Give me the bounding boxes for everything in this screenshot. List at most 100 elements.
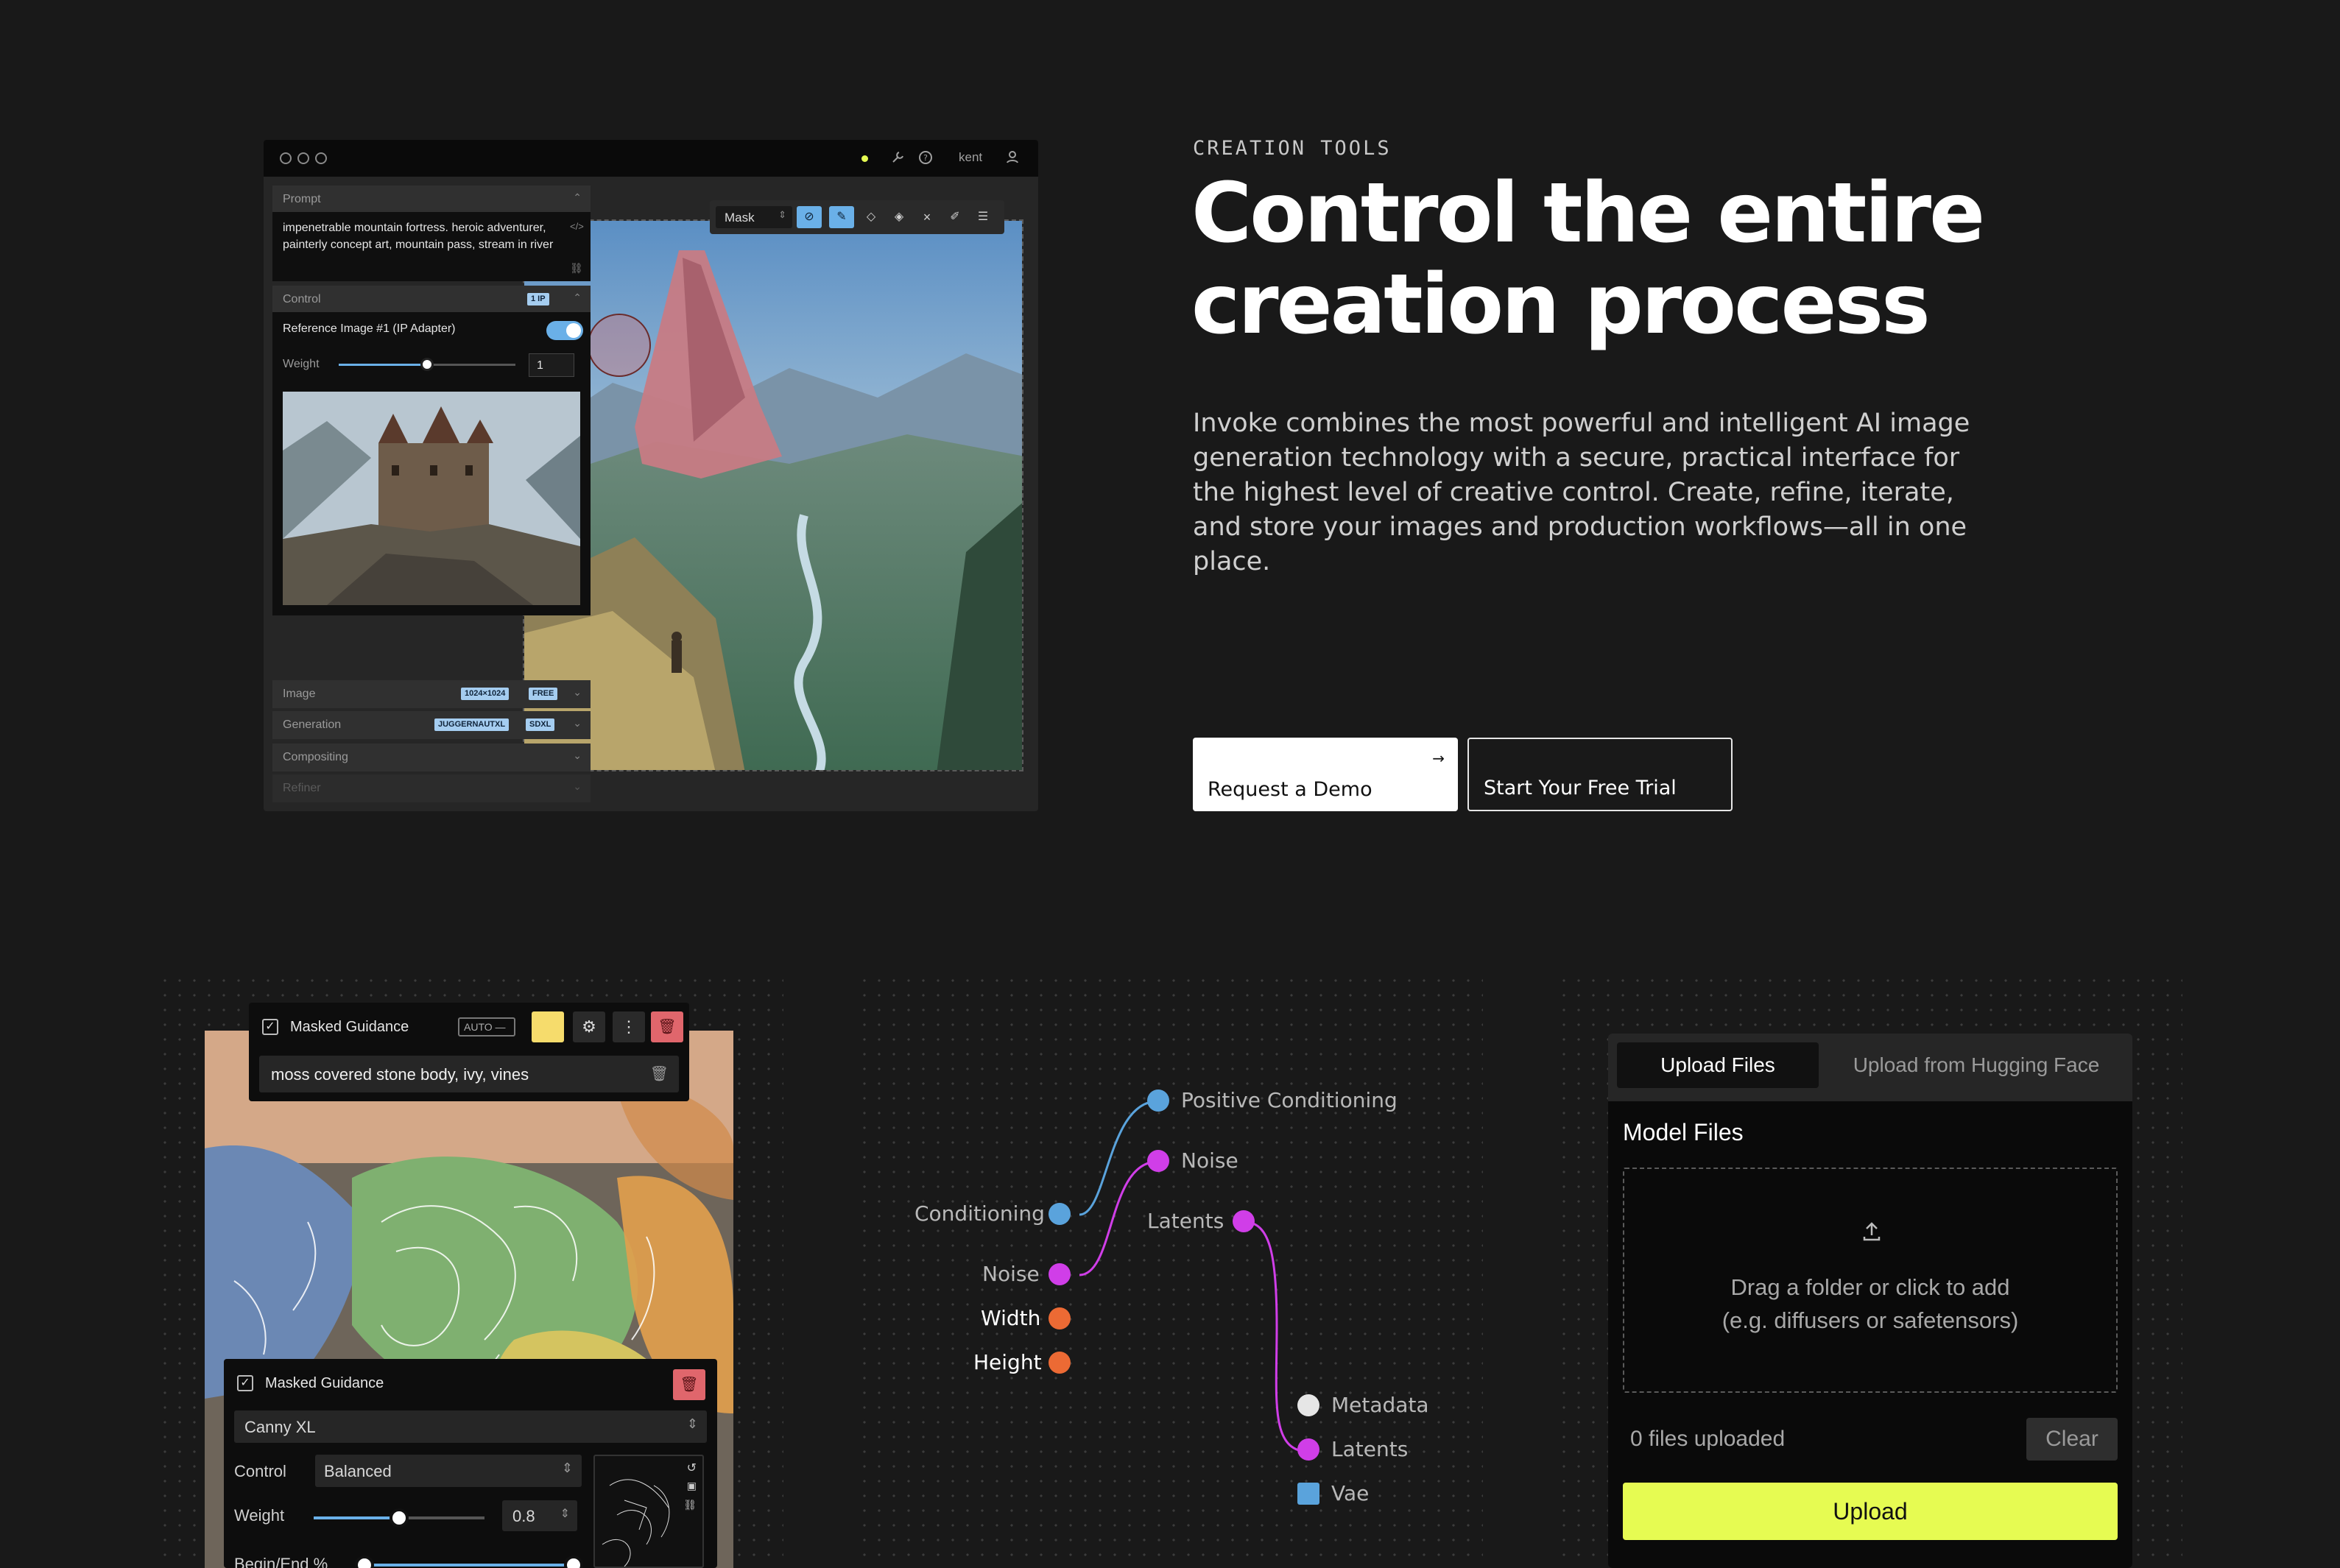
enable-checkbox[interactable]: ✓	[237, 1375, 253, 1391]
reset-icon[interactable]: ↺	[687, 1461, 697, 1475]
user-icon[interactable]	[1004, 150, 1021, 166]
noise-input-port[interactable]	[1049, 1263, 1071, 1285]
clear-tool-button[interactable]: ×	[914, 206, 940, 228]
node-graph: Conditioning Noise Width Height Positive…	[857, 973, 1483, 1568]
gear-icon[interactable]: ⚙	[573, 1011, 605, 1042]
page-title: Control the entire creation process	[1191, 168, 2149, 350]
masked-guidance-title: Masked Guidance	[290, 1019, 409, 1035]
chevron-updown-icon: ⇕	[561, 1461, 573, 1475]
vae-port[interactable]	[1297, 1483, 1319, 1505]
reference-toggle[interactable]	[546, 321, 583, 340]
compositing-section-header[interactable]: Compositing ⌄	[272, 744, 591, 771]
noise-input-label: Noise	[982, 1262, 1040, 1286]
link-icon[interactable]: ⛓	[570, 262, 583, 275]
auto-toggle[interactable]: AUTO —	[458, 1017, 515, 1036]
brush-tool-button[interactable]: ✎	[829, 206, 854, 228]
delete-button[interactable]: 🗑	[651, 1011, 683, 1042]
model-select[interactable]: Canny XL ⇕	[234, 1410, 707, 1443]
window-maximize-button[interactable]	[315, 152, 327, 164]
trash-icon[interactable]: 🗑	[650, 1064, 669, 1083]
code-icon[interactable]: </>	[570, 221, 584, 232]
weight-slider[interactable]	[339, 358, 515, 371]
eraser-tool-button[interactable]: ◇	[859, 206, 884, 228]
rect-tool-button[interactable]: ⊘	[797, 206, 822, 228]
weight-input[interactable]: 0.8 ⇕	[502, 1500, 577, 1531]
weight-slider-thumb[interactable]	[390, 1508, 409, 1528]
end-slider-thumb[interactable]	[564, 1555, 583, 1568]
fill-tool-button[interactable]: ◈	[887, 206, 912, 228]
chevron-updown-icon: ⇕	[686, 1416, 698, 1431]
canvas[interactable]	[523, 219, 1023, 771]
clear-button-label: Clear	[2045, 1427, 2098, 1451]
reference-image-thumbnail[interactable]	[283, 392, 580, 605]
delete-button[interactable]: 🗑	[673, 1369, 705, 1400]
request-demo-label: Request a Demo	[1208, 778, 1372, 801]
noise-output-port[interactable]	[1147, 1150, 1169, 1172]
window-minimize-button[interactable]	[297, 152, 309, 164]
mask-color-swatch[interactable]	[532, 1011, 564, 1042]
tab-upload-files-label: Upload Files	[1660, 1053, 1775, 1076]
help-icon[interactable]: ?	[917, 150, 934, 166]
status-dot-icon	[861, 155, 868, 162]
more-vertical-icon[interactable]: ⋮	[613, 1011, 645, 1042]
save-icon[interactable]: ▣	[687, 1480, 697, 1492]
image-size-badge: 1024×1024	[461, 688, 510, 700]
free-trial-button[interactable]: Start Your Free Trial	[1467, 738, 1733, 811]
latents-input-port[interactable]	[1297, 1438, 1319, 1461]
tab-hugging-face[interactable]: Upload from Hugging Face	[1829, 1042, 2124, 1088]
settings-sliders-icon[interactable]: ☰	[970, 206, 995, 228]
enable-checkbox[interactable]: ✓	[262, 1019, 278, 1035]
conditioning-input-port[interactable]	[1049, 1203, 1071, 1225]
upload-icon	[1860, 1219, 1883, 1243]
chevron-updown-icon: ⇕	[778, 209, 786, 220]
prompt-textarea[interactable]: impenetrable mountain fortress. heroic a…	[272, 212, 591, 281]
metadata-port[interactable]	[1297, 1394, 1319, 1416]
generation-section-header[interactable]: Generation JUGGERNAUTXL SDXL ⌄	[272, 711, 591, 739]
begin-slider-thumb[interactable]	[355, 1555, 374, 1568]
height-input-label: Height	[973, 1350, 1042, 1374]
dropzone-line-1: Drag a folder or click to add	[1730, 1274, 2010, 1300]
latents-output-port[interactable]	[1233, 1210, 1255, 1232]
weight-input[interactable]: 1	[529, 353, 574, 377]
height-input-port[interactable]	[1049, 1352, 1071, 1374]
model-arch-badge: SDXL	[526, 718, 555, 731]
width-input-label: Width	[981, 1306, 1041, 1330]
wrench-icon[interactable]	[889, 150, 906, 166]
regional-prompt-input[interactable]: moss covered stone body, ivy, vines 🗑	[259, 1056, 679, 1092]
auto-label: AUTO	[464, 1021, 493, 1033]
control-image-preview[interactable]: ↺ ▣ ⛓	[593, 1455, 704, 1568]
weight-slider[interactable]	[314, 1508, 484, 1528]
link-icon[interactable]: ⛓	[683, 1499, 697, 1511]
svg-text:?: ?	[923, 153, 928, 163]
files-uploaded-count: 0 files uploaded	[1630, 1427, 1786, 1451]
tab-upload-files[interactable]: Upload Files	[1617, 1042, 1819, 1088]
mask-select[interactable]: Mask ⇕	[716, 206, 792, 228]
control-section-header[interactable]: Control 1 IP ⌃	[272, 286, 591, 312]
width-input-port[interactable]	[1049, 1307, 1071, 1329]
image-section-header[interactable]: Image 1024×1024 FREE ⌄	[272, 680, 591, 708]
positive-conditioning-label: Positive Conditioning	[1181, 1088, 1398, 1112]
masked-guidance-title: Masked Guidance	[265, 1375, 384, 1391]
positive-conditioning-port[interactable]	[1147, 1090, 1169, 1112]
control-header-label: Control	[283, 293, 321, 306]
chevron-up-icon: ⌃	[573, 292, 582, 303]
control-mode-select[interactable]: Balanced ⇕	[315, 1455, 582, 1487]
prompt-text: impenetrable mountain fortress. heroic a…	[283, 222, 554, 251]
file-dropzone[interactable]: Drag a folder or click to add (e.g. diff…	[1623, 1168, 2118, 1393]
begin-end-slider[interactable]	[355, 1555, 583, 1568]
eyedropper-tool-button[interactable]: ✐	[942, 206, 968, 228]
control-body: Reference Image #1 (IP Adapter) Weight 1	[272, 312, 591, 615]
upload-button[interactable]: Upload	[1623, 1483, 2118, 1540]
title-bar: ? kent	[264, 140, 1038, 177]
generated-landscape-image	[524, 221, 1022, 770]
weight-label: Weight	[234, 1506, 285, 1525]
prompt-section-header[interactable]: Prompt ⌃	[272, 186, 591, 212]
window-close-button[interactable]	[280, 152, 292, 164]
user-name[interactable]: kent	[959, 150, 982, 165]
weight-slider-thumb[interactable]	[420, 358, 434, 371]
request-demo-button[interactable]: → Request a Demo	[1193, 738, 1458, 811]
begin-end-label: Begin/End %	[234, 1555, 328, 1568]
headline-line-2: creation process	[1191, 257, 1931, 353]
refiner-section-header[interactable]: Refiner ⌄	[272, 774, 591, 802]
clear-button[interactable]: Clear	[2026, 1418, 2118, 1461]
